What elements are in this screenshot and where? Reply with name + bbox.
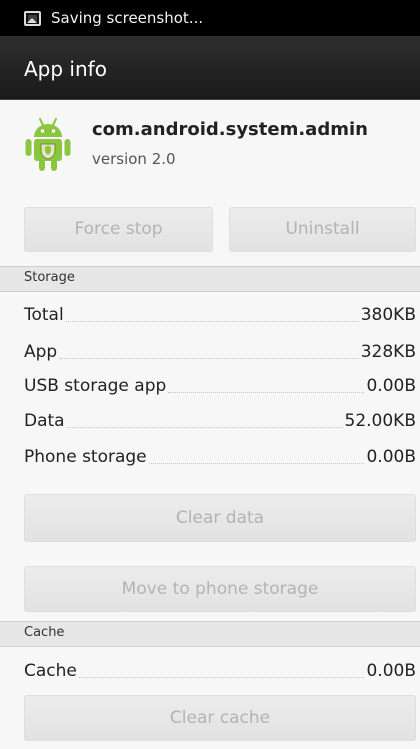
storage-header-label: Storage — [24, 270, 75, 285]
cache-section-header: Cache — [0, 621, 420, 647]
storage-row-value: 328KB — [360, 342, 416, 362]
row-leader-dots — [59, 358, 359, 359]
app-version: version 2.0 — [92, 150, 176, 168]
app-name: com.android.system.admin — [92, 119, 368, 140]
storage-row-label: Phone storage — [24, 447, 147, 467]
cache-header-label: Cache — [24, 625, 65, 640]
storage-row-label: USB storage app — [24, 376, 167, 396]
storage-row-app: App 328KB — [24, 335, 416, 363]
storage-row-data: Data 52.00KB — [24, 404, 416, 432]
storage-row-value: 52.00KB — [344, 411, 416, 431]
image-icon — [24, 11, 41, 26]
storage-row-usb-storage-app: USB storage app 0.00B — [24, 369, 416, 397]
row-leader-dots — [148, 463, 365, 464]
row-leader-dots — [65, 321, 359, 322]
force-stop-button[interactable]: Force stop — [24, 207, 213, 252]
action-bar: App info — [0, 36, 420, 100]
row-leader-dots — [66, 427, 343, 428]
storage-row-phone-storage: Phone storage 0.00B — [24, 440, 416, 468]
storage-row-label: App — [24, 342, 58, 362]
cache-row-value: 0.00B — [366, 661, 416, 681]
row-leader-dots — [168, 392, 365, 393]
cache-row-label: Cache — [24, 661, 77, 681]
clear-data-button[interactable]: Clear data — [24, 494, 416, 542]
storage-section-header: Storage — [0, 266, 420, 292]
storage-row-label: Total — [24, 305, 64, 325]
clear-cache-button[interactable]: Clear cache — [24, 695, 416, 741]
page-title: App info — [24, 57, 107, 81]
row-leader-dots — [78, 677, 365, 678]
status-text: Saving screenshot... — [51, 9, 204, 27]
cache-row: Cache 0.00B — [24, 654, 416, 682]
app-header: com.android.system.admin version 2.0 — [0, 100, 420, 194]
uninstall-button[interactable]: Uninstall — [229, 207, 416, 252]
android-robot-icon — [25, 118, 71, 171]
storage-row-total: Total 380KB — [24, 298, 416, 326]
move-to-phone-storage-button[interactable]: Move to phone storage — [24, 566, 416, 612]
status-bar: Saving screenshot... — [0, 0, 420, 36]
storage-row-label: Data — [24, 411, 65, 431]
storage-row-value: 0.00B — [366, 376, 416, 396]
storage-row-value: 380KB — [360, 305, 416, 325]
storage-row-value: 0.00B — [366, 447, 416, 467]
